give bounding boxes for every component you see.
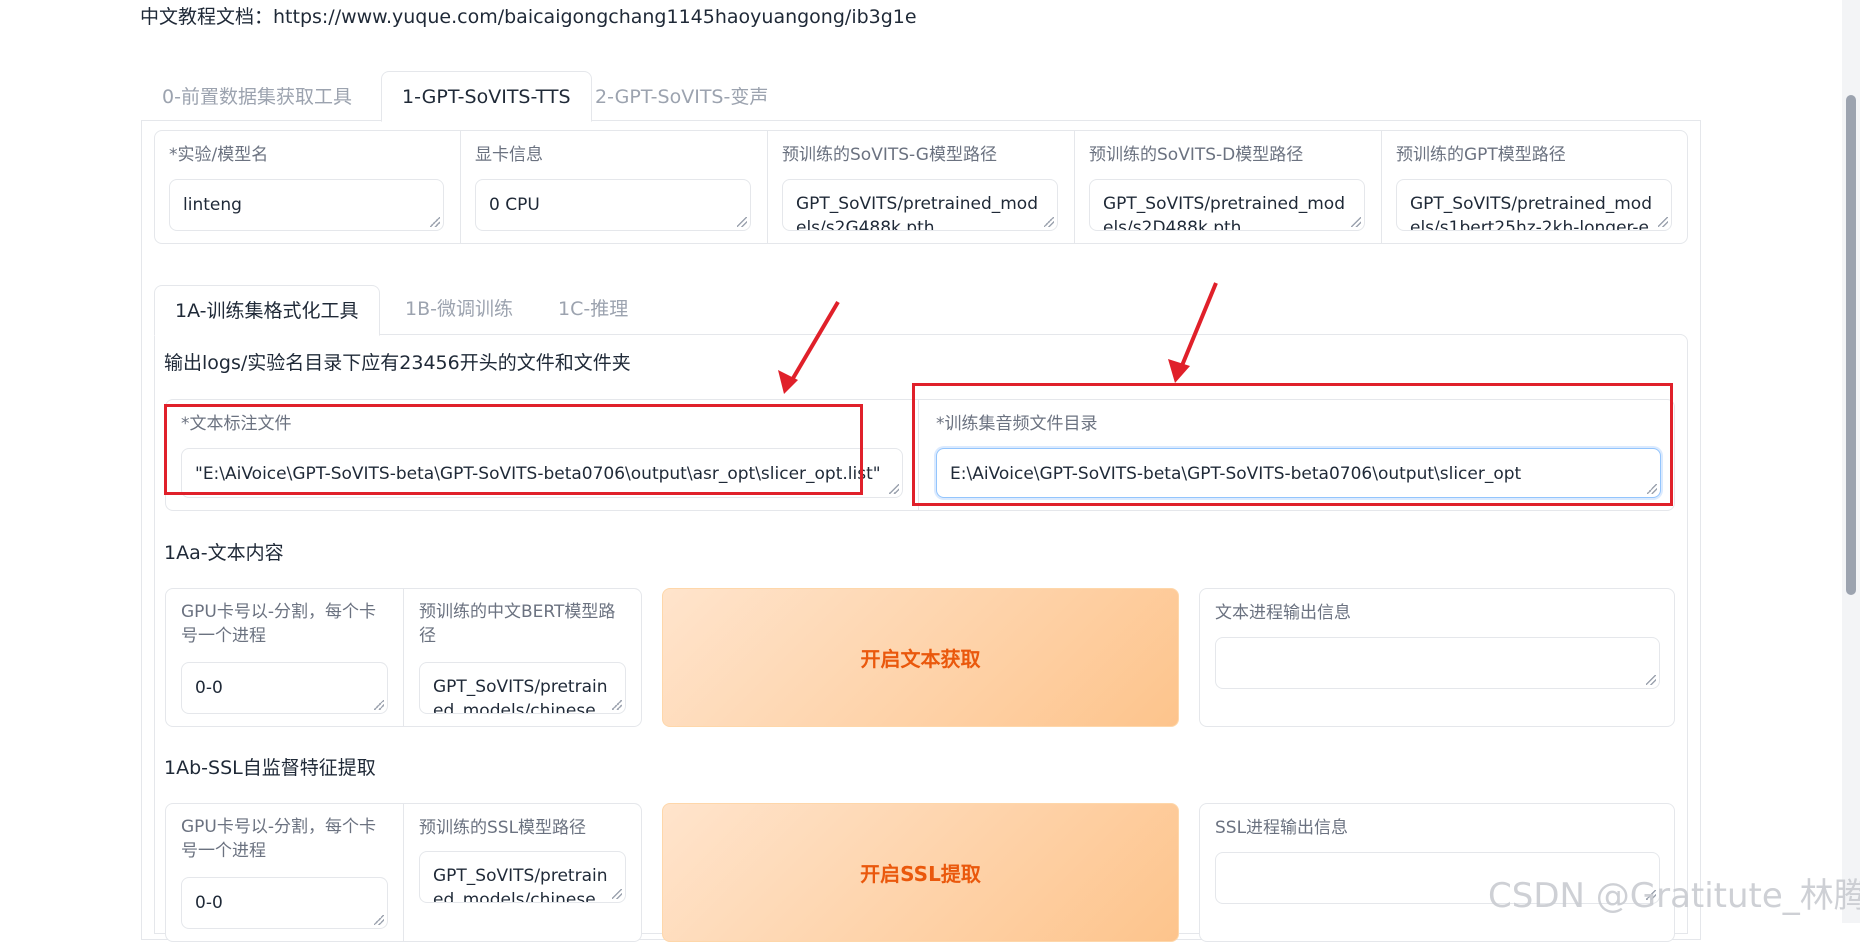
gpu-ids-input[interactable]: 0-0 bbox=[181, 662, 388, 714]
section-1aa-title: 1Aa-文本内容 bbox=[164, 542, 284, 564]
ssl-gpu-ids-label: GPU卡号以-分割，每个卡号一个进程 bbox=[181, 817, 377, 861]
tab-gpt-sovits-tts[interactable]: 1-GPT-SoVITS-TTS bbox=[381, 71, 592, 122]
gpu-ids-label: GPU卡号以-分割，每个卡号一个进程 bbox=[181, 602, 377, 646]
bert-path-input[interactable]: GPT_SoVITS/pretrained_models/chinese bbox=[419, 662, 626, 714]
start-text-extract-button[interactable]: 开启文本获取 bbox=[662, 588, 1179, 727]
ssl-path-label: 预训练的SSL模型路径 bbox=[419, 818, 587, 838]
exp-name-label: *实验/模型名 bbox=[169, 145, 269, 165]
gpu-info-label: 显卡信息 bbox=[475, 145, 543, 165]
gpu-info-input[interactable]: 0 CPU bbox=[475, 179, 751, 231]
tab-dataset-tools[interactable]: 0-前置数据集获取工具 bbox=[142, 72, 372, 122]
annotation-box-audio-dir bbox=[912, 383, 1673, 506]
tab-inference[interactable]: 1C-推理 bbox=[538, 284, 648, 334]
resize-handle-icon[interactable] bbox=[612, 889, 622, 899]
section-1ab-title: 1Ab-SSL自监督特征提取 bbox=[164, 757, 376, 779]
text-output-box[interactable] bbox=[1215, 637, 1660, 689]
annotation-box-text-file bbox=[164, 404, 863, 495]
page-scrollbar-thumb[interactable] bbox=[1846, 95, 1856, 595]
sovits-g-input[interactable]: GPT_SoVITS/pretrained_models/s2G488k.pth bbox=[782, 179, 1058, 231]
divider bbox=[403, 804, 404, 941]
text-output-label: 文本进程输出信息 bbox=[1215, 603, 1351, 623]
exp-name-input[interactable]: linteng bbox=[169, 179, 444, 231]
format-hint: 输出logs/实验名目录下应有23456开头的文件和文件夹 bbox=[164, 352, 631, 374]
resize-handle-icon[interactable] bbox=[374, 700, 384, 710]
sovits-d-label: 预训练的SoVITS-D模型路径 bbox=[1089, 145, 1304, 165]
gpt-label: 预训练的GPT模型路径 bbox=[1396, 145, 1566, 165]
divider bbox=[460, 131, 461, 243]
ssl-gpu-ids-input[interactable]: 0-0 bbox=[181, 877, 388, 929]
tab-voice-change[interactable]: 2-GPT-SoVITS-变声 bbox=[575, 72, 788, 122]
resize-handle-icon[interactable] bbox=[889, 484, 899, 494]
divider bbox=[1381, 131, 1382, 243]
divider bbox=[767, 131, 768, 243]
resize-handle-icon[interactable] bbox=[1646, 675, 1656, 685]
tab-finetune[interactable]: 1B-微调训练 bbox=[385, 284, 533, 334]
resize-handle-icon[interactable] bbox=[430, 217, 440, 227]
ssl-output-label: SSL进程输出信息 bbox=[1215, 818, 1349, 838]
divider bbox=[403, 589, 404, 726]
gpt-input[interactable]: GPT_SoVITS/pretrained_models/s1bert25hz-… bbox=[1396, 179, 1672, 231]
watermark: CSDN @Gratitute_林腾 bbox=[1488, 876, 1860, 916]
tab-format-tool[interactable]: 1A-训练集格式化工具 bbox=[154, 285, 380, 336]
resize-handle-icon[interactable] bbox=[612, 700, 622, 710]
sovits-g-label: 预训练的SoVITS-G模型路径 bbox=[782, 145, 997, 165]
sovits-d-input[interactable]: GPT_SoVITS/pretrained_models/s2D488k.pth bbox=[1089, 179, 1365, 231]
start-ssl-extract-button[interactable]: 开启SSL提取 bbox=[662, 803, 1179, 942]
bert-path-label: 预训练的中文BERT模型路径 bbox=[419, 602, 616, 646]
resize-handle-icon[interactable] bbox=[1351, 217, 1361, 227]
resize-handle-icon[interactable] bbox=[374, 915, 384, 925]
ssl-path-input[interactable]: GPT_SoVITS/pretrained_models/chinese bbox=[419, 851, 626, 903]
doc-link-text: 中文教程文档：https://www.yuque.com/baicaigongc… bbox=[140, 6, 917, 28]
resize-handle-icon[interactable] bbox=[1044, 217, 1054, 227]
resize-handle-icon[interactable] bbox=[1658, 217, 1668, 227]
resize-handle-icon[interactable] bbox=[737, 217, 747, 227]
divider bbox=[1074, 131, 1075, 243]
